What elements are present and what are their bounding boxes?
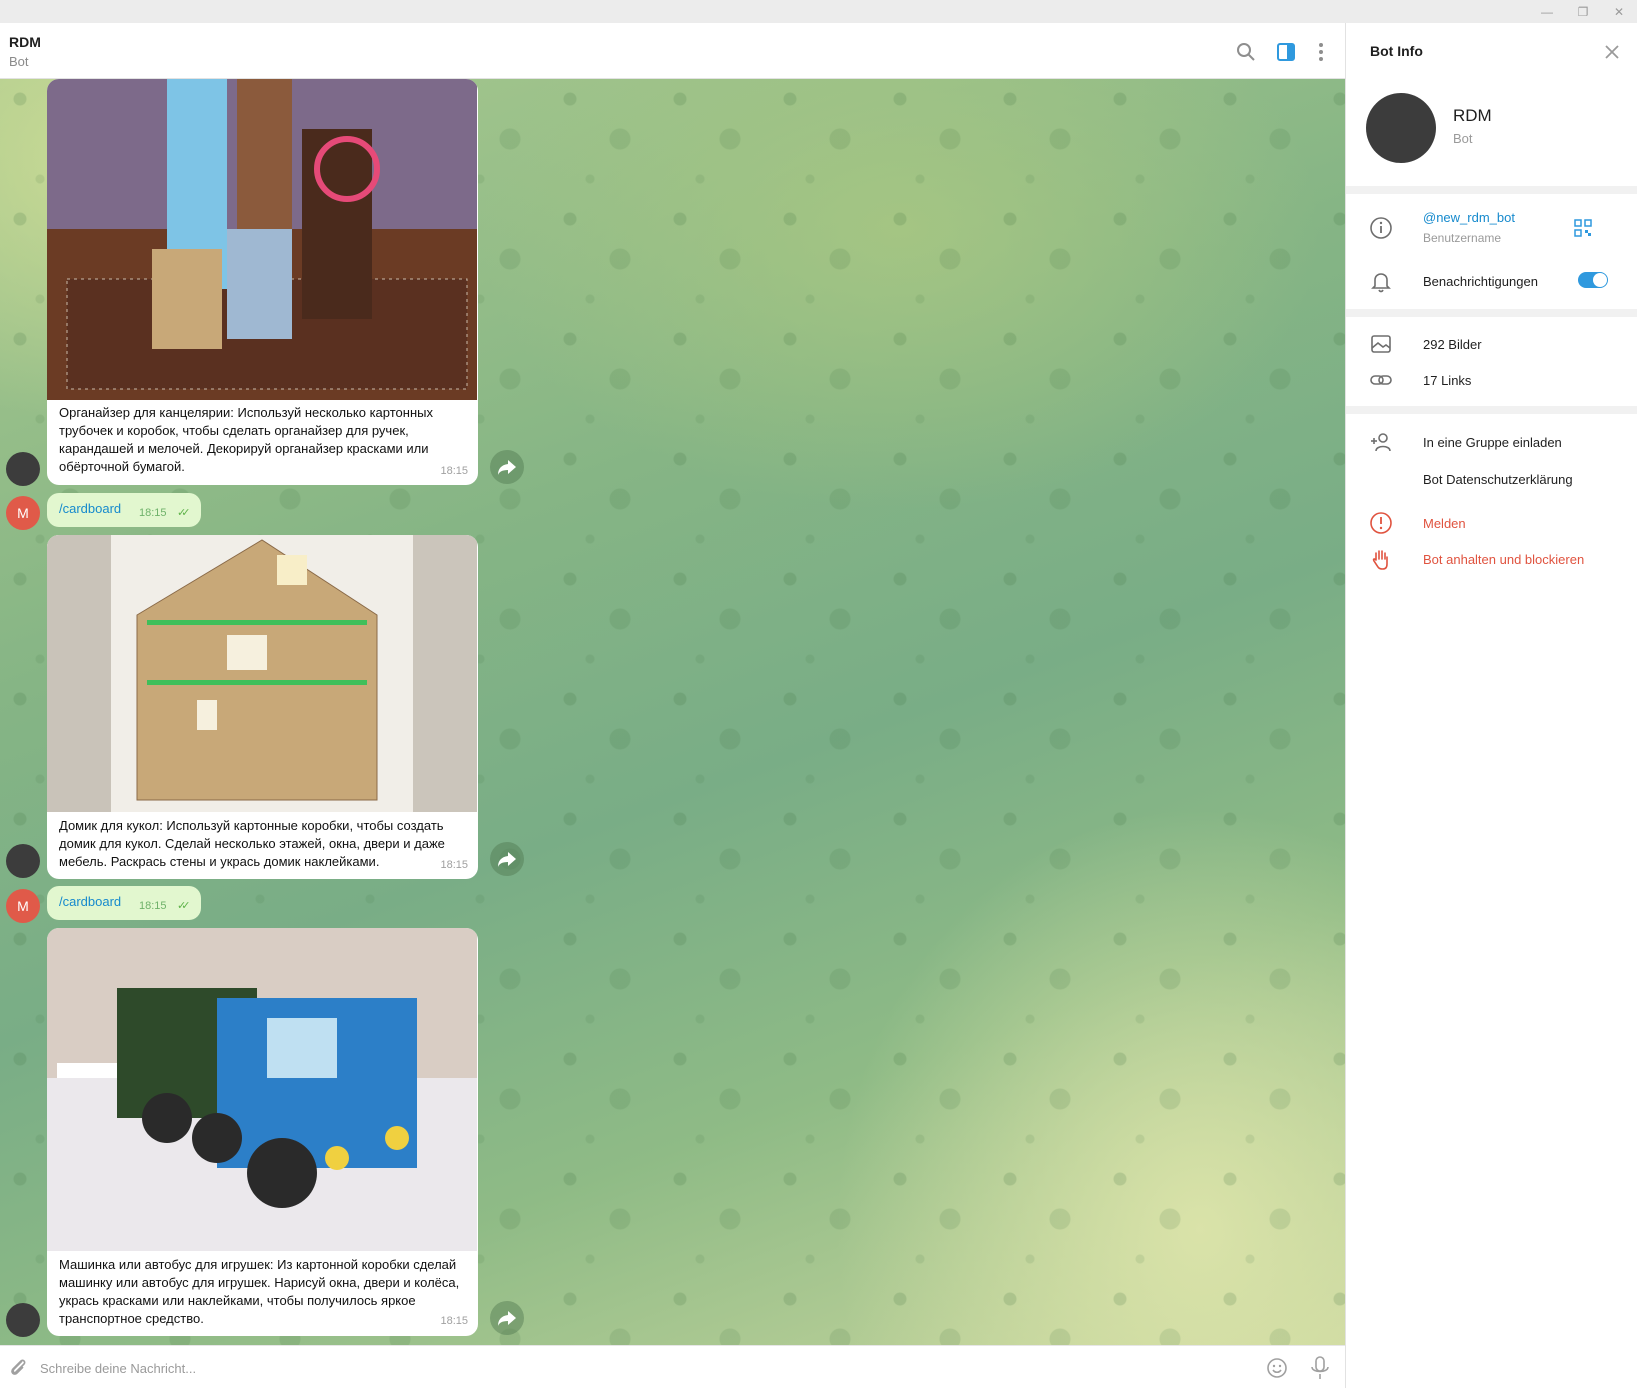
search-icon[interactable] — [1234, 40, 1258, 64]
bot-subtitle: Bot — [1453, 131, 1473, 146]
bot-name: RDM — [1453, 106, 1492, 125]
minimize-button[interactable]: — — [1532, 3, 1562, 21]
command-link[interactable]: /cardboard — [59, 894, 121, 909]
chat-subtitle: Bot — [9, 54, 29, 69]
message-time: 18:15 — [139, 900, 167, 912]
message-bubble[interactable]: Домик для кукол: Используй картонные кор… — [47, 535, 478, 879]
notifications-toggle[interactable] — [1578, 272, 1608, 288]
forward-icon — [498, 1311, 516, 1326]
links-count[interactable]: 17 Links — [1423, 373, 1471, 388]
stop-hand-icon — [1372, 550, 1388, 570]
bot-avatar[interactable] — [6, 1303, 40, 1337]
read-checks-icon: ✓✓ — [177, 507, 191, 519]
microphone-icon[interactable] — [1308, 1355, 1332, 1381]
close-icon[interactable] — [1601, 41, 1623, 63]
command-link[interactable]: /cardboard — [59, 501, 121, 516]
qr-code-icon[interactable] — [1573, 218, 1593, 238]
forward-icon — [498, 460, 516, 475]
chat-header[interactable]: RDM Bot — [0, 23, 1345, 79]
message-composer — [0, 1345, 1345, 1388]
chat-title: RDM — [9, 34, 41, 50]
block-bot-button[interactable]: Bot anhalten und blockieren — [1423, 552, 1584, 567]
message-input[interactable] — [40, 1358, 1240, 1378]
bell-icon — [1371, 273, 1391, 293]
message-photo[interactable] — [47, 79, 477, 400]
message-caption: Машинка или автобус для игрушек: Из карт… — [59, 1257, 460, 1326]
forward-icon — [498, 852, 516, 867]
username-label: Benutzername — [1423, 231, 1502, 245]
bot-profile-avatar[interactable] — [1366, 93, 1436, 163]
forward-button[interactable] — [490, 1301, 524, 1335]
message-time: 18:15 — [440, 465, 468, 477]
media-count[interactable]: 292 Bilder — [1423, 337, 1482, 352]
bot-avatar[interactable] — [6, 452, 40, 486]
emoji-icon[interactable] — [1265, 1356, 1289, 1380]
bot-info-panel: Bot Info RDM Bot @new_rdm_bot Benutzerna… — [1345, 23, 1637, 1388]
outgoing-message[interactable]: /cardboard 18:15 ✓✓ — [47, 493, 201, 527]
notifications-label: Benachrichtigungen — [1423, 274, 1538, 289]
more-vertical-icon[interactable] — [1309, 40, 1333, 64]
message-bubble[interactable]: Машинка или автобус для игрушек: Из карт… — [47, 928, 478, 1336]
image-icon — [1371, 335, 1391, 353]
report-icon — [1370, 512, 1392, 534]
message-photo[interactable] — [47, 928, 477, 1251]
bot-avatar[interactable] — [6, 844, 40, 878]
message-bubble[interactable]: Органайзер для канцелярии: Используй нес… — [47, 79, 478, 485]
window-titlebar: — ❐ ✕ — [0, 0, 1637, 23]
message-caption: Домик для кукол: Используй картонные кор… — [59, 818, 445, 869]
section-divider — [1346, 186, 1637, 194]
forward-button[interactable] — [490, 450, 524, 484]
message-photo[interactable] — [47, 535, 477, 812]
read-checks-icon: ✓✓ — [177, 900, 191, 912]
info-icon — [1370, 217, 1392, 239]
restore-button[interactable]: ❐ — [1568, 3, 1598, 21]
attach-icon[interactable] — [6, 1355, 30, 1379]
report-button[interactable]: Melden — [1423, 516, 1466, 531]
link-icon — [1370, 375, 1392, 385]
bot-username[interactable]: @new_rdm_bot — [1423, 210, 1515, 225]
chat-messages-area[interactable]: Органайзер для канцелярии: Используй нес… — [0, 79, 1345, 1345]
outgoing-message[interactable]: /cardboard 18:15 ✓✓ — [47, 886, 201, 920]
panel-title: Bot Info — [1370, 43, 1423, 59]
user-avatar[interactable]: M — [6, 889, 40, 923]
section-divider — [1346, 309, 1637, 317]
privacy-policy-button[interactable]: Bot Datenschutzerklärung — [1423, 472, 1573, 487]
add-user-icon — [1371, 433, 1391, 452]
section-divider — [1346, 406, 1637, 414]
sidebar-toggle-icon[interactable] — [1274, 40, 1298, 64]
forward-button[interactable] — [490, 842, 524, 876]
close-window-button[interactable]: ✕ — [1604, 3, 1634, 21]
message-time: 18:15 — [440, 1315, 468, 1327]
message-time: 18:15 — [139, 507, 167, 519]
message-time: 18:15 — [440, 859, 468, 871]
message-caption: Органайзер для канцелярии: Используй нес… — [59, 405, 433, 474]
user-avatar[interactable]: M — [6, 496, 40, 530]
invite-to-group-button[interactable]: In eine Gruppe einladen — [1423, 435, 1562, 450]
